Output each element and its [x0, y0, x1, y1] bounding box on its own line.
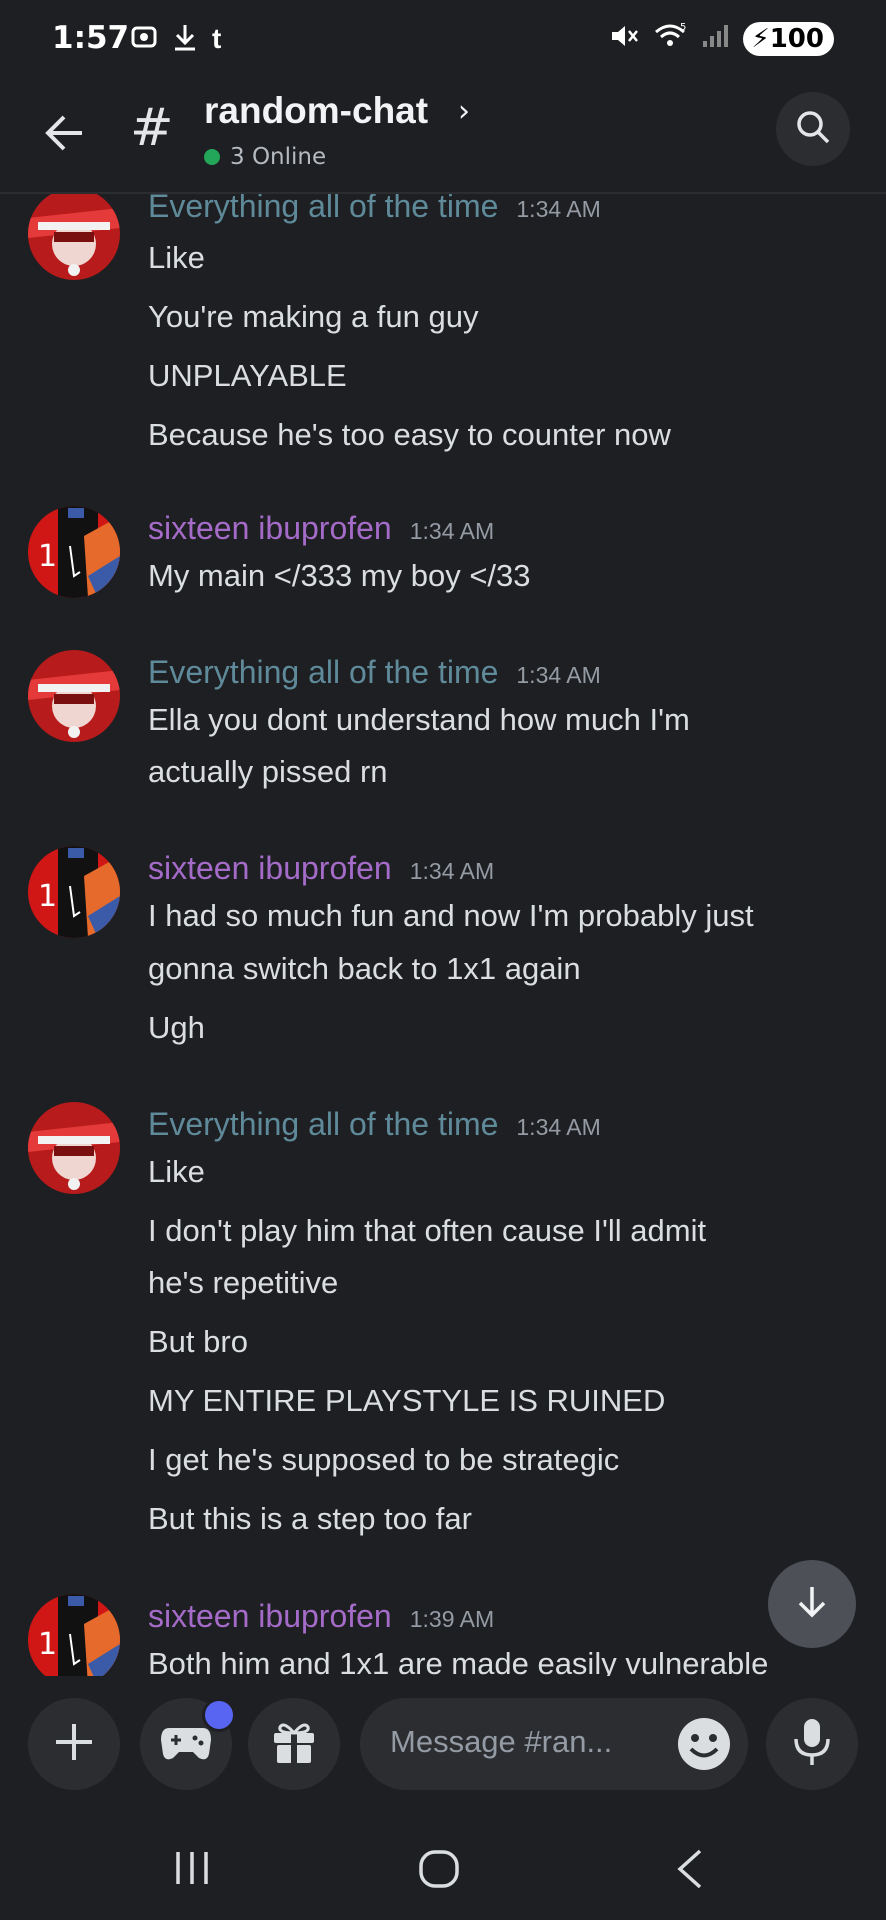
- channel-title[interactable]: random-chat: [204, 90, 428, 132]
- gift-button[interactable]: [248, 1698, 340, 1790]
- avatar[interactable]: [28, 650, 120, 742]
- timestamp: 1:39 AM: [409, 1606, 495, 1632]
- username[interactable]: sixteen ibuprofen: [148, 850, 392, 887]
- search-icon: [793, 107, 833, 151]
- message-placeholder: Message #ran...: [390, 1724, 613, 1759]
- message-text: I had so much fun and now I'm probably j…: [148, 898, 754, 933]
- message-text: UNPLAYABLE: [148, 358, 347, 393]
- notification-badge: [202, 1698, 236, 1732]
- avatar[interactable]: [28, 194, 120, 280]
- message-list[interactable]: Everything all of the time 1:34 AM Like …: [0, 194, 886, 1676]
- back-arrow-icon[interactable]: [40, 108, 90, 162]
- svg-text:5: 5: [680, 22, 686, 33]
- message-text: he's repetitive: [148, 1265, 339, 1300]
- voice-message-button[interactable]: [766, 1698, 858, 1790]
- tumblr-icon: t: [212, 23, 222, 54]
- message-text: Both him and 1x1 are made easily vulnera…: [148, 1646, 769, 1676]
- online-status: 3 Online: [204, 144, 326, 170]
- timestamp: 1:34 AM: [516, 196, 601, 222]
- message-input[interactable]: Message #ran...: [360, 1698, 748, 1790]
- avatar[interactable]: [28, 846, 120, 938]
- screenshot-icon: [130, 23, 158, 55]
- username[interactable]: Everything all of the time: [148, 654, 498, 691]
- chevron-right-icon[interactable]: ›: [458, 94, 470, 129]
- message-text: You're making a fun guy: [148, 299, 479, 334]
- username[interactable]: sixteen ibuprofen: [148, 510, 392, 547]
- gift-icon: [270, 1719, 318, 1769]
- message-text: Like: [148, 240, 205, 275]
- message-text: Ugh: [148, 1010, 205, 1045]
- timestamp: 1:34 AM: [409, 518, 495, 544]
- message-composer: Message #ran...: [0, 1678, 886, 1814]
- timestamp: 1:34 AM: [516, 1114, 601, 1140]
- gamepad-icon: [159, 1720, 213, 1768]
- username[interactable]: Everything all of the time: [148, 1106, 498, 1143]
- download-icon: [172, 22, 198, 56]
- message-text: gonna switch back to 1x1 again: [148, 951, 581, 986]
- message-text: actually pissed rn: [148, 754, 388, 789]
- status-time: 1:57: [52, 20, 130, 56]
- timestamp: 1:34 AM: [516, 662, 601, 688]
- message-text: I get he's supposed to be strategic: [148, 1442, 620, 1477]
- timestamp: 1:34 AM: [409, 858, 495, 884]
- message-text: I don't play him that often cause I'll a…: [148, 1213, 707, 1248]
- channel-hash-icon: #: [130, 98, 174, 158]
- message-text: Ella you dont understand how much I'm: [148, 702, 690, 737]
- wifi-icon: 5: [653, 22, 687, 56]
- home-icon[interactable]: [418, 1848, 460, 1894]
- message-text: MY ENTIRE PLAYSTYLE IS RUINED: [148, 1383, 666, 1418]
- message-text: Because he's too easy to counter now: [148, 417, 671, 452]
- mute-icon: [609, 22, 639, 56]
- message-text: My main </333 my boy </33: [148, 558, 531, 593]
- search-button[interactable]: [776, 92, 850, 166]
- username[interactable]: Everything all of the time: [148, 194, 498, 225]
- add-attachment-button[interactable]: [28, 1698, 120, 1790]
- username[interactable]: sixteen ibuprofen: [148, 1598, 392, 1635]
- signal-icon: [701, 23, 729, 55]
- status-bar: 1:57 t 5 ⚡100: [0, 0, 886, 84]
- avatar[interactable]: [28, 1102, 120, 1194]
- emoji-icon[interactable]: [676, 1716, 732, 1772]
- recent-apps-icon[interactable]: [172, 1848, 212, 1892]
- message-text: But bro: [148, 1324, 248, 1359]
- channel-header: # random-chat › 3 Online: [0, 84, 886, 194]
- avatar[interactable]: [28, 1594, 120, 1676]
- back-nav-icon[interactable]: [672, 1848, 708, 1894]
- battery-indicator: ⚡100: [743, 22, 834, 56]
- message-text: But this is a step too far: [148, 1501, 472, 1536]
- jump-to-latest-button[interactable]: [768, 1560, 856, 1648]
- arrow-down-icon: [792, 1582, 832, 1626]
- battery-saver-icon: ⚡: [751, 24, 770, 54]
- online-dot-icon: [204, 149, 220, 165]
- microphone-icon: [792, 1717, 832, 1771]
- plus-icon: [52, 1720, 96, 1768]
- message-text: Like: [148, 1154, 205, 1189]
- system-nav-bar: [0, 1814, 886, 1920]
- avatar[interactable]: [28, 506, 120, 598]
